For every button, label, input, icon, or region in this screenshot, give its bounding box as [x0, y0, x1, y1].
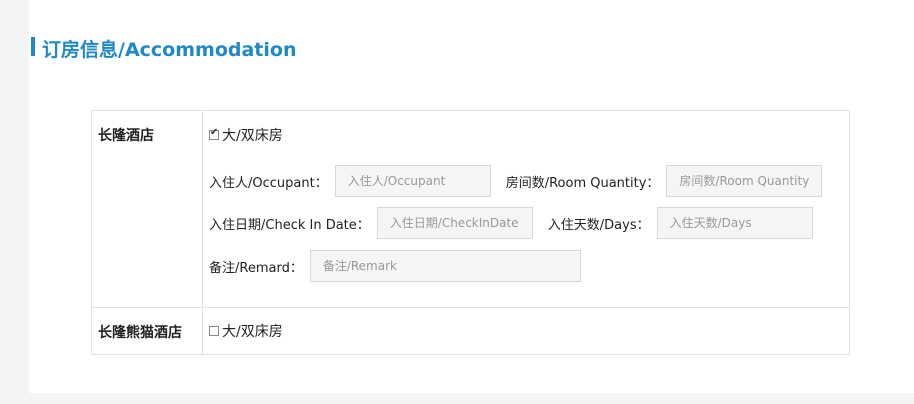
- hotel-name: 长隆酒店: [91, 110, 203, 308]
- hotel-table: 长隆酒店 大/双床房 入住人/Occupant： 入住人/Occupant 房间…: [91, 110, 850, 355]
- room-type-option[interactable]: 大/双床房: [209, 321, 849, 341]
- room-type-checkbox[interactable]: [209, 127, 219, 140]
- check-in-date-label: 入住日期/Check In Date：: [209, 217, 370, 233]
- field-line: 入住人/Occupant： 入住人/Occupant 房间数/Room Quan…: [209, 165, 849, 197]
- field-line: 备注/Remard： 备注/Remark: [209, 250, 849, 282]
- field-line: 入住日期/Check In Date： 入住日期/CheckInDate 入住天…: [209, 207, 849, 239]
- section-title: 订房信息/Accommodation: [42, 39, 297, 61]
- section-title-accent-bar: [31, 37, 35, 56]
- days-label: 入住天数/Days：: [547, 217, 650, 233]
- room-quantity-label: 房间数/Room Quantity：: [505, 175, 660, 191]
- hotel-row: 长隆酒店 大/双床房 入住人/Occupant： 入住人/Occupant 房间…: [91, 110, 850, 308]
- room-type-checkbox[interactable]: [209, 326, 219, 336]
- room-type-option[interactable]: 大/双床房: [209, 125, 849, 145]
- occupant-label: 入住人/Occupant：: [209, 175, 328, 191]
- room-quantity-input[interactable]: 房间数/Room Quantity: [666, 165, 823, 197]
- days-input[interactable]: 入住天数/Days: [656, 207, 813, 239]
- hotel-name: 长隆熊猫酒店: [91, 307, 203, 355]
- hotel-options: 大/双床房: [202, 307, 850, 355]
- check-in-date-input[interactable]: 入住日期/CheckInDate: [376, 207, 533, 239]
- remark-input[interactable]: 备注/Remark: [309, 250, 581, 282]
- room-type-label: 大/双床房: [222, 128, 283, 144]
- hotel-options: 大/双床房 入住人/Occupant： 入住人/Occupant 房间数/Roo…: [202, 110, 850, 308]
- hotel-row: 长隆熊猫酒店 大/双床房: [91, 307, 850, 355]
- remark-label: 备注/Remard：: [209, 260, 303, 276]
- occupant-input[interactable]: 入住人/Occupant: [334, 165, 491, 197]
- room-type-label: 大/双床房: [222, 324, 283, 340]
